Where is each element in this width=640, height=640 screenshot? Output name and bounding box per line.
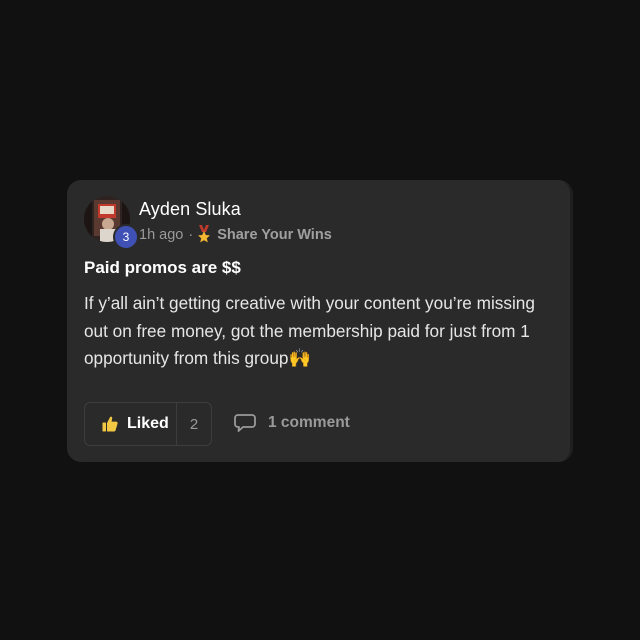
- like-group: Liked 2: [84, 402, 212, 446]
- comment-label: 1 comment: [268, 414, 350, 431]
- raised-hands-emoji: 🙌: [288, 348, 311, 368]
- category-link[interactable]: Share Your Wins: [217, 227, 332, 243]
- like-count[interactable]: 2: [177, 403, 211, 445]
- post-card[interactable]: 3 Ayden Sluka 1h ago · Share Your Wins P…: [67, 180, 573, 462]
- like-label: Liked: [127, 415, 169, 432]
- level-badge: 3: [113, 224, 139, 250]
- author-name[interactable]: Ayden Sluka: [139, 199, 241, 220]
- thumbs-up-icon: [102, 416, 118, 432]
- comment-bubble-icon: [234, 413, 256, 433]
- like-button[interactable]: Liked: [85, 403, 177, 445]
- post-title: Paid promos are $$: [84, 258, 241, 277]
- post-body: If y’all ain’t getting creative with you…: [84, 290, 554, 373]
- meta-separator: ·: [188, 227, 194, 243]
- timestamp: 1h ago: [139, 227, 184, 243]
- post-meta: 1h ago · Share Your Wins: [139, 225, 332, 245]
- comment-button[interactable]: 1 comment: [234, 413, 350, 433]
- medal-icon: [197, 225, 211, 245]
- page-background: 3 Ayden Sluka 1h ago · Share Your Wins P…: [0, 0, 640, 640]
